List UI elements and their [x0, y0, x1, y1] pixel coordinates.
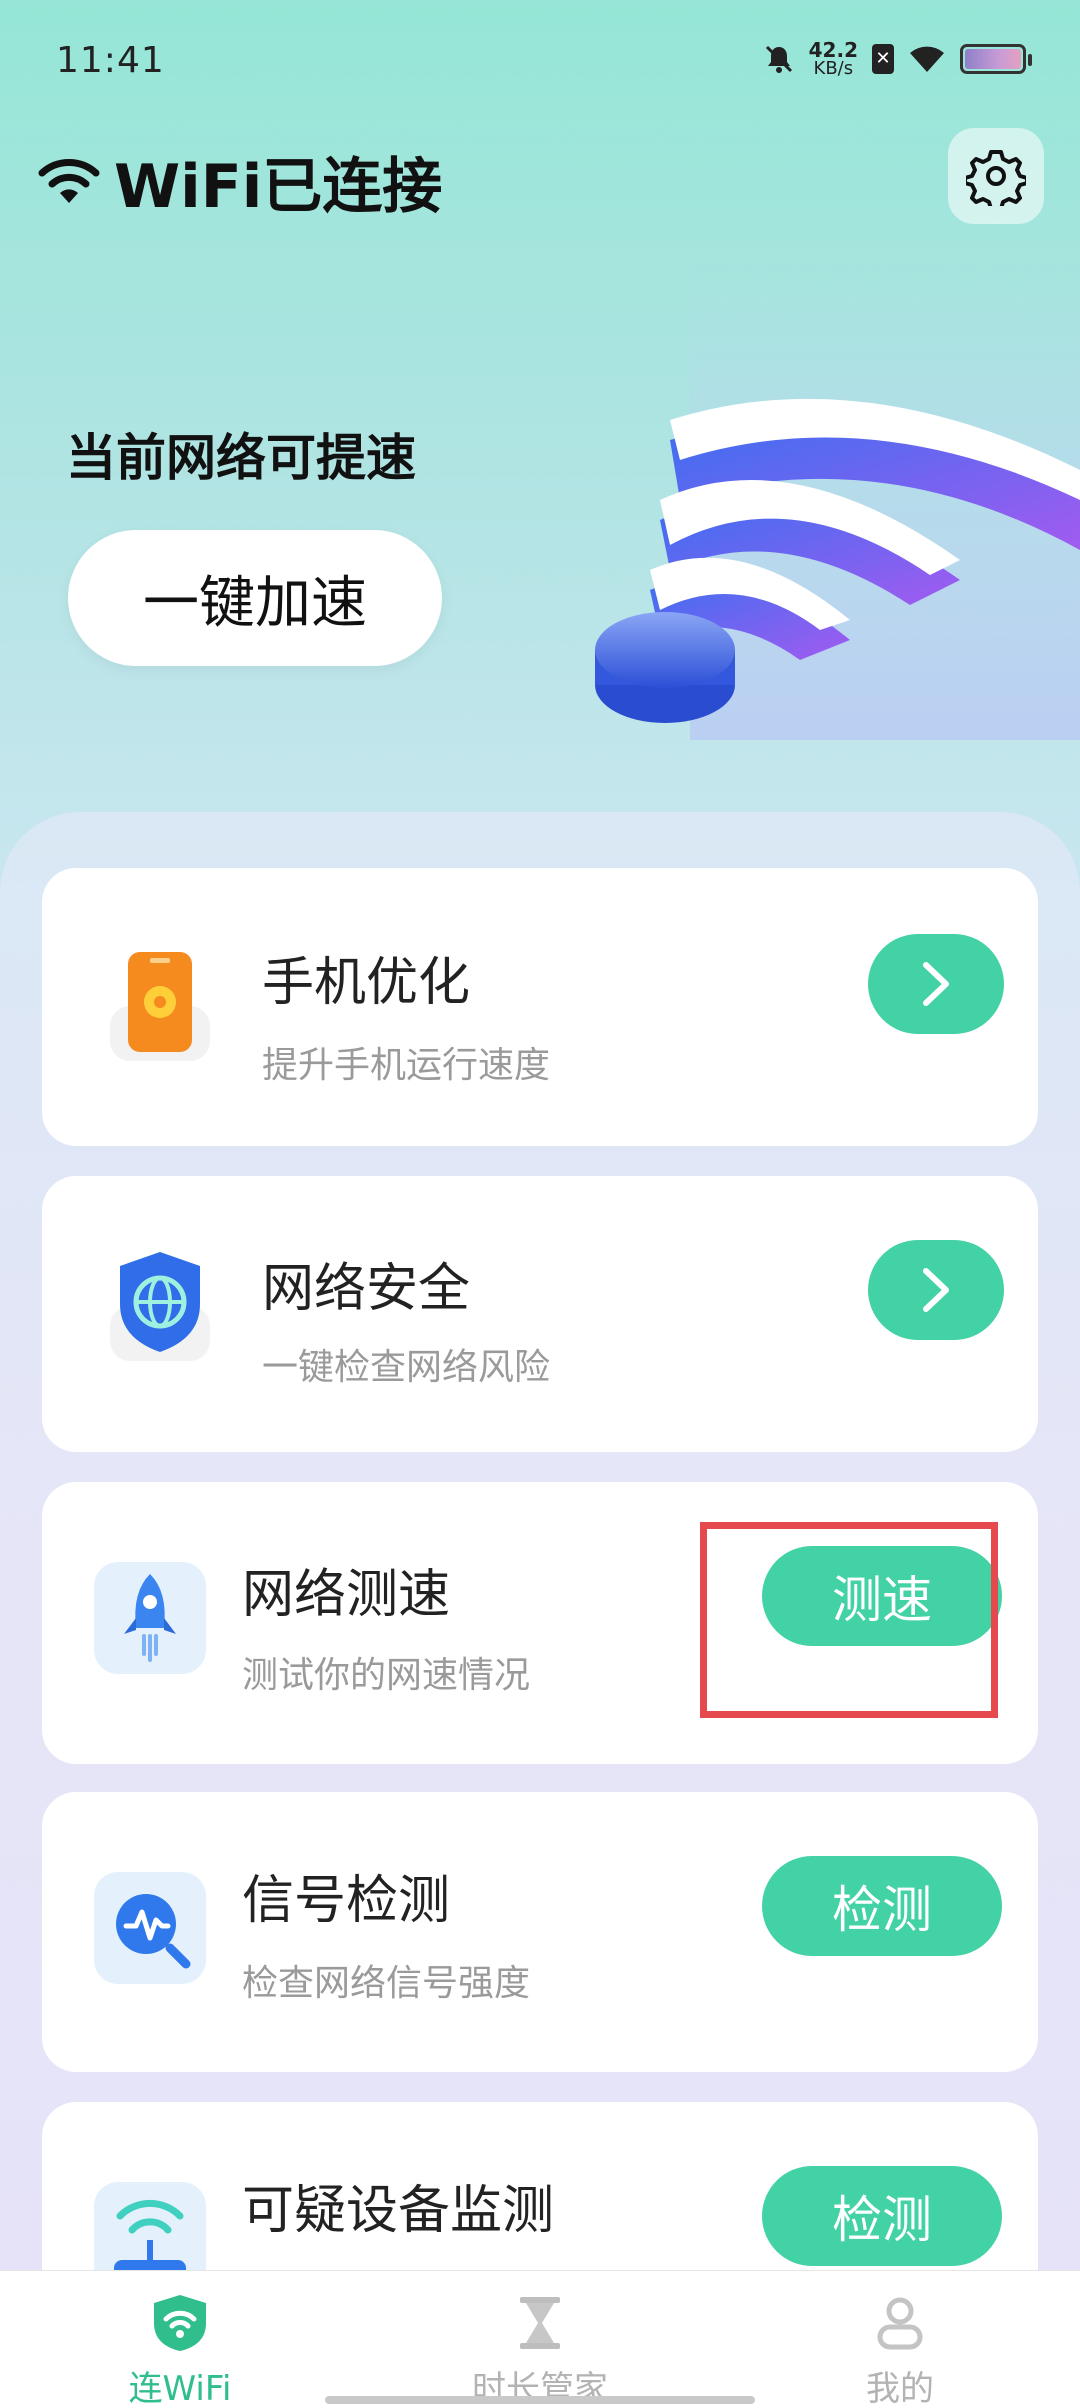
status-bar: 11:41 42.2 KB/s ✕: [0, 0, 1080, 120]
card-title: 手机优化: [262, 953, 471, 1013]
nav-tab-time-manager[interactable]: 时长管家: [440, 2271, 640, 2408]
user-icon: [877, 2297, 923, 2350]
battery-icon: [960, 44, 1032, 74]
page-title: WiFi已连接: [114, 152, 443, 222]
phone-optimize-go-button[interactable]: [868, 934, 1004, 1034]
rocket-icon: [94, 1562, 206, 1674]
header-title: WiFi已连接: [38, 138, 442, 225]
card-desc: 一键检查网络风险: [262, 1347, 551, 1388]
card-phone-optimize[interactable]: 手机优化 提升手机运行速度: [42, 868, 1038, 1146]
status-time: 11:41: [56, 40, 165, 81]
speed-value: 42.2: [808, 38, 858, 62]
status-icons: 42.2 KB/s ✕: [763, 40, 1032, 78]
suspicious-device-button[interactable]: 检测: [762, 2166, 1002, 2266]
wifi-3d-illustration: [595, 260, 1080, 740]
phone-gear-icon: [110, 952, 210, 1061]
card-network-security[interactable]: 网络安全 一键检查网络风险: [42, 1176, 1038, 1452]
speed-unit: KB/s: [813, 58, 854, 79]
hero-subtitle: 当前网络可提速: [66, 429, 416, 487]
card-signal-detect[interactable]: 信号检测 检查网络信号强度 检测: [42, 1792, 1038, 2072]
bottom-nav: 连WiFi 时长管家 我的: [0, 2270, 1080, 2408]
home-indicator[interactable]: [325, 2396, 755, 2404]
nav-tab-mine[interactable]: 我的: [800, 2271, 1000, 2408]
chevron-right-icon: [923, 1268, 949, 1312]
chevron-right-icon: [923, 962, 949, 1006]
shield-globe-icon: [110, 1252, 210, 1361]
wifi-status-icon: [910, 46, 944, 72]
card-desc: 检查网络信号强度: [242, 1963, 531, 2004]
nav-label: 我的: [866, 2369, 934, 2408]
signal-search-icon: [94, 1872, 206, 1984]
card-title: 可疑设备监测: [242, 2181, 555, 2241]
card-title: 网络测速: [242, 1565, 451, 1625]
highlight-box: [700, 1522, 998, 1718]
wifi-icon: [38, 158, 100, 203]
mute-bell-icon: [765, 45, 792, 73]
settings-button[interactable]: [948, 128, 1044, 224]
notification-x-icon: ✕: [872, 44, 894, 74]
hourglass-icon: [520, 2297, 560, 2349]
card-title: 信号检测: [242, 1871, 451, 1931]
signal-detect-button[interactable]: 检测: [762, 1856, 1002, 1956]
nav-tab-connect-wifi[interactable]: 连WiFi: [80, 2271, 280, 2408]
network-speed: 42.2 KB/s: [809, 40, 858, 78]
one-click-boost-button[interactable]: 一键加速: [68, 530, 442, 666]
card-title: 网络安全: [262, 1259, 471, 1319]
wifi-shield-icon: [154, 2295, 206, 2351]
nav-label: 连WiFi: [128, 2369, 232, 2408]
card-desc: 测试你的网速情况: [242, 1655, 531, 1696]
network-security-go-button[interactable]: [868, 1240, 1004, 1340]
gear-icon: [966, 150, 1026, 206]
card-desc: 提升手机运行速度: [262, 1045, 551, 1086]
